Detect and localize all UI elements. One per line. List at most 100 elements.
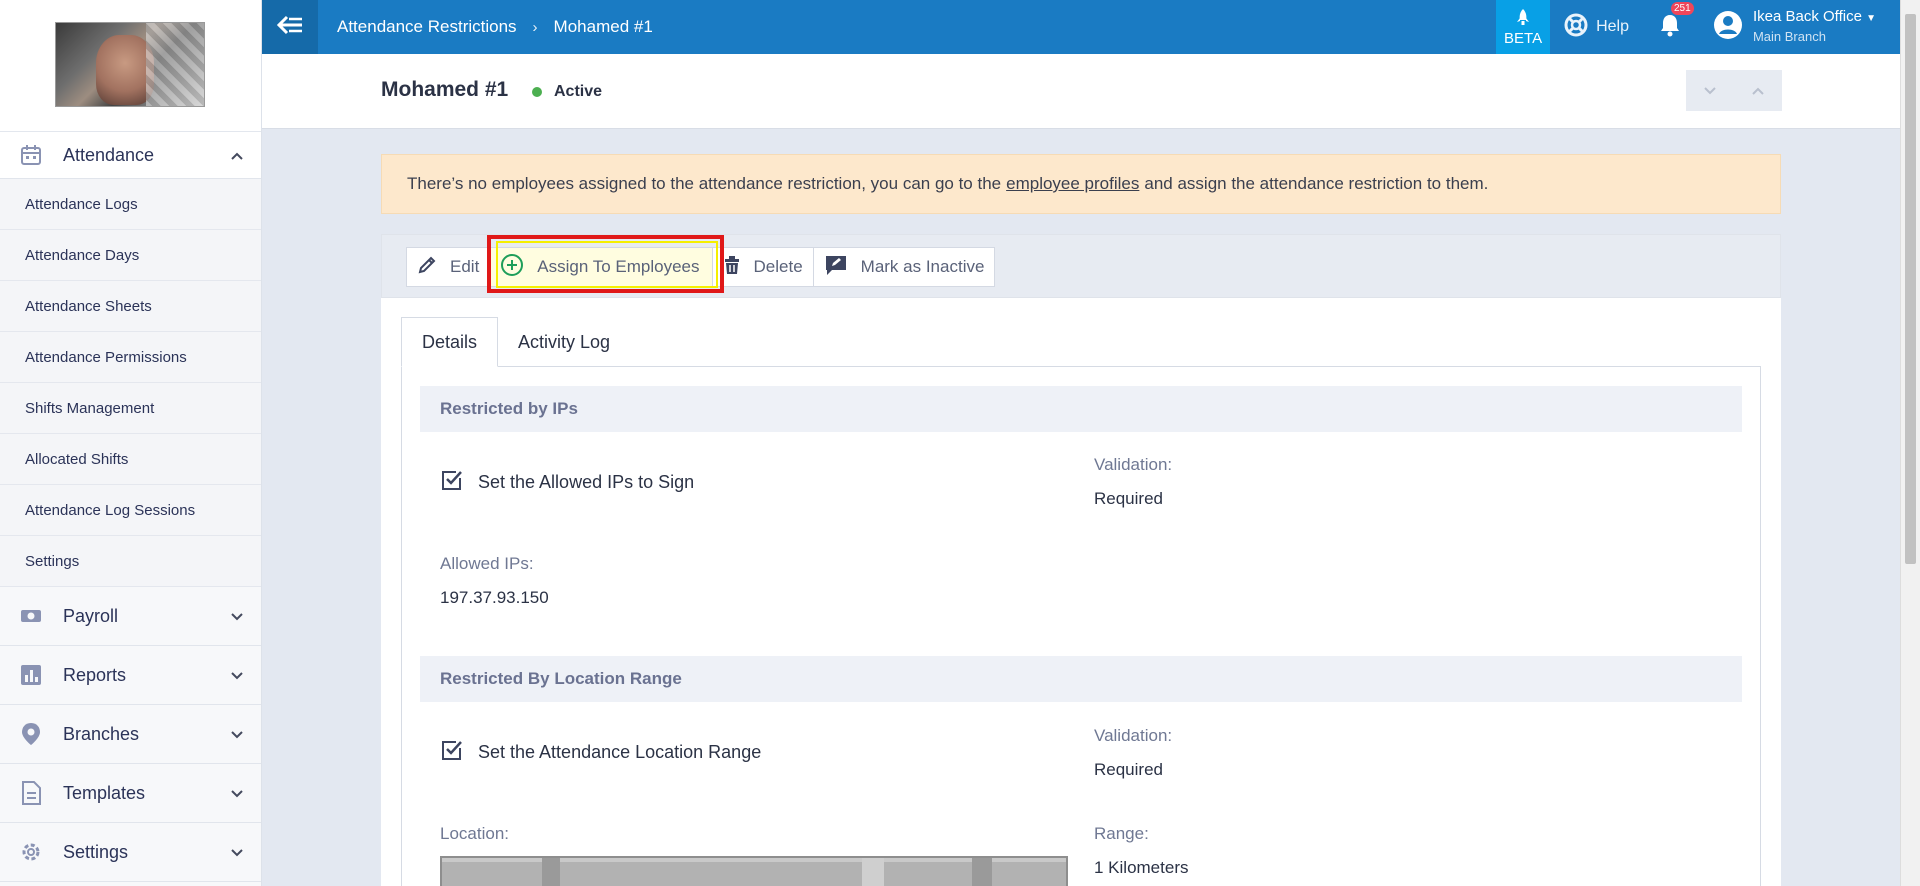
attendance-submenu: Attendance Logs Attendance Days Attendan…: [0, 179, 261, 587]
chevron-down-icon: [231, 844, 243, 860]
mark-inactive-button[interactable]: Mark as Inactive: [812, 247, 996, 287]
rocket-icon: [1516, 8, 1530, 30]
bell-icon: [1659, 14, 1681, 41]
document-icon: [18, 780, 44, 806]
tab-activity-log[interactable]: Activity Log: [498, 317, 630, 367]
allowed-ips-check-label: Set the Allowed IPs to Sign: [478, 472, 695, 492]
location-range-check-label: Set the Attendance Location Range: [478, 742, 762, 762]
mark-inactive-label: Mark as Inactive: [860, 257, 985, 276]
sidebar-section-label: Reports: [63, 664, 127, 685]
logo-area: [0, 0, 261, 132]
section-header-location: Restricted By Location Range: [420, 656, 1742, 702]
sidebar-item-attendance-logs[interactable]: Attendance Logs: [0, 179, 261, 230]
sidebar-section-label: Templates: [63, 782, 146, 803]
bar-chart-icon: [18, 662, 44, 688]
sidebar: Attendance Attendance Logs Attendance Da…: [0, 0, 262, 886]
tab-details[interactable]: Details: [401, 317, 499, 367]
chevron-down-icon: [231, 667, 243, 683]
allowed-ips-label: Allowed IPs:: [440, 554, 534, 573]
chevron-down-icon: [231, 726, 243, 742]
notification-count-badge: 251: [1670, 1, 1694, 15]
sidebar-item-allocated-shifts[interactable]: Allocated Shifts: [0, 434, 261, 485]
breadcrumb-link-attendance-restrictions[interactable]: Attendance Restrictions: [337, 17, 517, 37]
status-dot-icon: [532, 87, 542, 97]
edit-label: Edit: [450, 257, 480, 276]
section-header-ips: Restricted by IPs: [420, 386, 1742, 432]
alert-text-end: and assign the attendance restriction to…: [1144, 174, 1489, 193]
location-validation-label: Validation:: [1094, 726, 1173, 745]
page-title: Mohamed #1: [381, 78, 509, 101]
employee-profiles-link[interactable]: employee profiles: [1006, 174, 1139, 194]
checkbox-checked-icon: [440, 468, 478, 497]
sidebar-item-attendance-days[interactable]: Attendance Days: [0, 230, 261, 281]
breadcrumb-current: Mohamed #1: [553, 17, 653, 36]
calendar-icon: [18, 142, 44, 168]
chevron-up-icon: [231, 147, 243, 163]
comment-edit-icon: [824, 254, 861, 281]
breadcrumb: Attendance Restrictions › Mohamed #1: [337, 17, 653, 37]
sidebar-item-settings[interactable]: Settings: [0, 536, 261, 587]
allowed-ips-checkbox-row: Set the Allowed IPs to Sign: [440, 468, 694, 497]
sidebar-item-attendance-log-sessions[interactable]: Attendance Log Sessions: [0, 485, 261, 536]
user-menu[interactable]: Ikea Back Office ▼ Main Branch: [1713, 8, 1876, 46]
trash-icon: [723, 255, 754, 280]
previous-record-button[interactable]: [1734, 70, 1782, 111]
sidebar-section-label: Attendance: [63, 144, 155, 165]
user-name: Ikea Back Office: [1752, 8, 1862, 25]
delete-label: Delete: [753, 257, 803, 276]
page-header: Mohamed #1 Active: [262, 54, 1900, 129]
back-button[interactable]: [262, 0, 318, 54]
alert-text-start: There’s no employees assigned to the att…: [407, 174, 1002, 193]
plus-circle-icon: [500, 253, 537, 282]
delete-button[interactable]: Delete: [711, 247, 814, 287]
record-pager: [1686, 70, 1782, 111]
vertical-scrollbar[interactable]: [1900, 0, 1920, 886]
assign-to-employees-button[interactable]: Assign To Employees: [489, 247, 713, 287]
chevron-down-icon: [231, 785, 243, 801]
chevron-down-icon: [231, 608, 243, 624]
company-logo[interactable]: [55, 22, 205, 107]
help-label: Help: [1596, 18, 1629, 35]
sidebar-item-attendance-sheets[interactable]: Attendance Sheets: [0, 281, 261, 332]
sidebar-section-label: Settings: [63, 841, 129, 862]
range-value: 1 Kilometers: [1094, 858, 1189, 877]
help-button[interactable]: Help: [1564, 13, 1629, 42]
sidebar-item-shifts-management[interactable]: Shifts Management: [0, 383, 261, 434]
user-branch: Main Branch: [1752, 29, 1826, 44]
range-label: Range:: [1094, 824, 1149, 843]
tab-content: [401, 366, 1761, 886]
assign-label: Assign To Employees: [537, 257, 700, 276]
sidebar-section-settings[interactable]: Settings: [0, 823, 261, 882]
sidebar-section-label: Payroll: [63, 605, 119, 626]
edit-button[interactable]: Edit: [406, 247, 491, 287]
no-employees-alert: There’s no employees assigned to the att…: [381, 154, 1781, 214]
sidebar-section-branches[interactable]: Branches: [0, 705, 261, 764]
beta-button[interactable]: BETA: [1496, 0, 1551, 54]
top-bar: Attendance Restrictions › Mohamed #1 BET…: [262, 0, 1900, 54]
ips-validation-label: Validation:: [1094, 455, 1173, 474]
status-badge: Active: [532, 83, 602, 101]
sidebar-section-templates[interactable]: Templates: [0, 764, 261, 823]
location-map[interactable]: [440, 856, 1068, 886]
location-pin-icon: [18, 721, 44, 747]
user-avatar-icon: [1713, 10, 1743, 45]
tab-bar: Details Activity Log: [401, 317, 630, 367]
breadcrumb-separator: ›: [532, 18, 538, 36]
sidebar-section-attendance[interactable]: Attendance: [0, 132, 261, 179]
chevron-down-icon: [1704, 83, 1716, 98]
next-record-button[interactable]: [1686, 70, 1734, 111]
allowed-ips-value: 197.37.93.150: [440, 588, 549, 607]
sidebar-section-payroll[interactable]: Payroll: [0, 587, 261, 646]
sidebar-item-attendance-permissions[interactable]: Attendance Permissions: [0, 332, 261, 383]
checkbox-checked-icon: [440, 738, 478, 767]
beta-label: BETA: [1504, 29, 1543, 47]
status-label: Active: [554, 83, 603, 100]
pencil-icon: [417, 255, 450, 280]
location-validation-value: Required: [1094, 760, 1163, 779]
notifications-button[interactable]: 251: [1659, 1, 1694, 42]
sidebar-section-reports[interactable]: Reports: [0, 646, 261, 705]
location-range-checkbox-row: Set the Attendance Location Range: [440, 738, 761, 767]
scrollbar-thumb[interactable]: [1905, 14, 1916, 564]
gear-icon: [18, 839, 44, 865]
sidebar-section-label: Branches: [63, 723, 140, 744]
